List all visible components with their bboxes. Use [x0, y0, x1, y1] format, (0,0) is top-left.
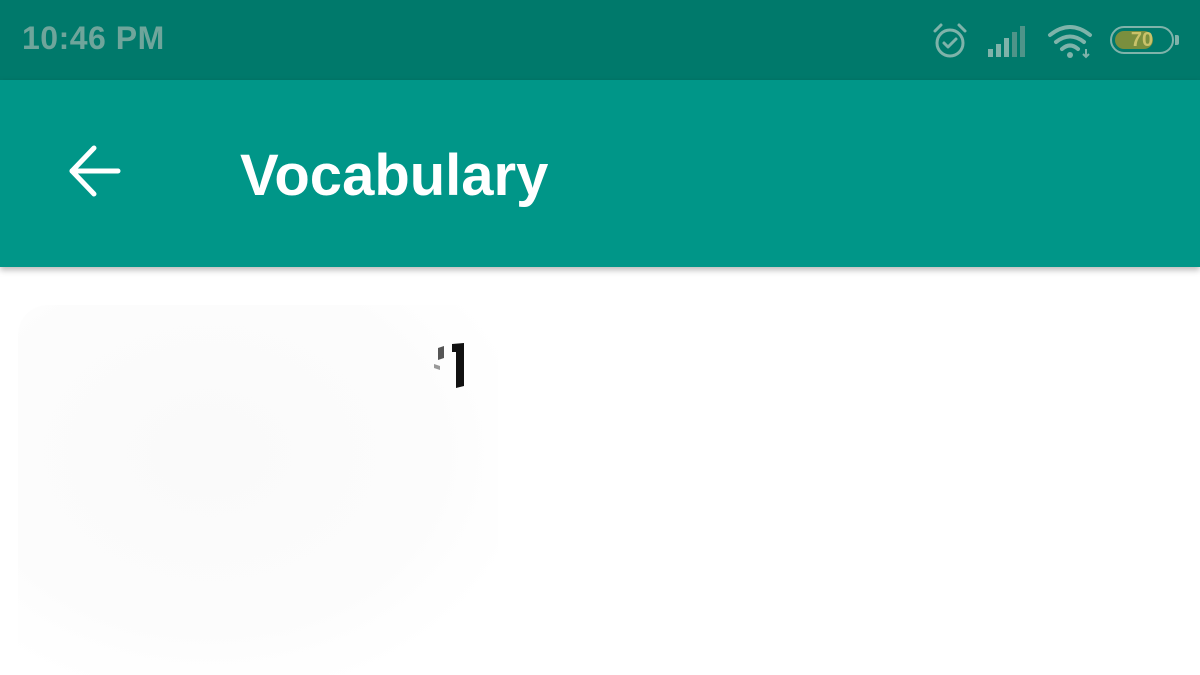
back-button[interactable]	[48, 127, 140, 219]
battery-cap	[1175, 35, 1179, 45]
partial-glyph-icon	[430, 340, 470, 392]
alarm-icon	[930, 21, 970, 61]
blurred-content-block	[18, 305, 498, 675]
content-area	[0, 267, 1200, 675]
page-title: Vocabulary	[240, 143, 549, 208]
app-bar: Vocabulary	[0, 80, 1200, 267]
arrow-left-icon	[64, 141, 124, 206]
battery-icon: 70	[1110, 26, 1182, 56]
status-bar: 10:46 PM 70	[0, 0, 1200, 80]
wifi-icon	[1046, 23, 1094, 59]
status-icons: 70	[930, 20, 1182, 62]
cellular-signal-icon	[986, 23, 1030, 59]
battery-level: 70	[1130, 29, 1154, 51]
status-time: 10:46 PM	[22, 20, 165, 56]
